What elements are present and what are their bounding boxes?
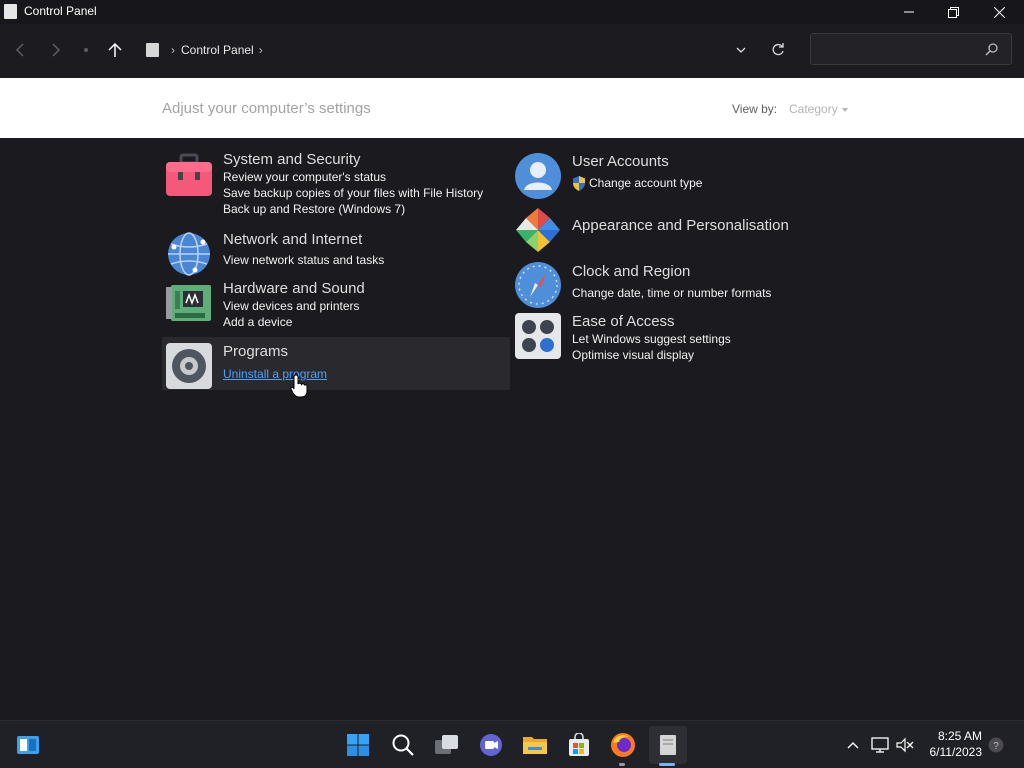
windows-suggest-settings-link[interactable]: Let Windows suggest settings xyxy=(572,331,731,347)
review-status-link[interactable]: Review your computer's status xyxy=(223,169,483,185)
recent-locations-button[interactable] xyxy=(74,38,98,62)
start-icon[interactable] xyxy=(344,731,372,759)
minimize-button[interactable] xyxy=(886,0,932,24)
chevron-down-icon xyxy=(841,107,848,112)
clock-date: 6/11/2023 xyxy=(929,745,983,759)
uninstall-program-link[interactable]: Uninstall a program xyxy=(223,366,327,382)
category-title[interactable]: User Accounts xyxy=(572,152,702,171)
firefox-icon[interactable] xyxy=(609,731,637,759)
widgets-icon[interactable] xyxy=(14,731,42,759)
up-button[interactable] xyxy=(103,38,127,62)
task-view-icon[interactable] xyxy=(433,731,461,759)
chevron-right-icon[interactable]: › xyxy=(171,43,175,57)
search-icon[interactable] xyxy=(389,731,417,759)
search-input[interactable] xyxy=(810,33,1012,65)
active-indicator xyxy=(659,763,675,766)
backup-restore-link[interactable]: Back up and Restore (Windows 7) xyxy=(223,201,483,217)
control-panel-icon xyxy=(4,4,17,19)
uac-shield-icon xyxy=(573,175,585,191)
compass-clock-icon xyxy=(515,262,561,308)
back-button[interactable] xyxy=(8,38,32,62)
clock-time: 8:25 AM xyxy=(937,729,982,743)
hand-cursor-icon xyxy=(290,374,308,398)
control-panel-icon xyxy=(146,43,159,57)
chevron-up-icon[interactable] xyxy=(843,735,863,755)
optimise-visual-display-link[interactable]: Optimise visual display xyxy=(572,347,731,363)
svg-text:?: ? xyxy=(993,741,999,752)
breadcrumb: › Control Panel › xyxy=(146,40,269,60)
view-by-label: View by: xyxy=(732,102,778,116)
user-icon xyxy=(515,153,561,199)
add-device-link[interactable]: Add a device xyxy=(223,314,365,330)
devices-printers-link[interactable]: View devices and printers xyxy=(223,298,365,314)
globe-icon xyxy=(168,232,210,276)
category-title[interactable]: Appearance and Personalisation xyxy=(572,216,789,235)
close-button[interactable] xyxy=(976,0,1022,24)
disc-drive-icon xyxy=(166,343,212,389)
category-title[interactable]: System and Security xyxy=(223,150,483,169)
title-bar: Control Panel xyxy=(0,0,1024,24)
circuit-board-icon xyxy=(166,285,211,321)
taskbar: 8:25 AM 6/11/2023 ? xyxy=(0,720,1024,768)
category-title[interactable]: Clock and Region xyxy=(572,262,771,281)
page-title: Adjust your computer’s settings xyxy=(162,100,371,117)
chevron-right-icon[interactable]: › xyxy=(259,43,263,57)
date-time-formats-link[interactable]: Change date, time or number formats xyxy=(572,285,771,301)
control-panel-icon[interactable] xyxy=(649,726,687,764)
network-icon[interactable] xyxy=(870,735,890,755)
address-dropdown-button[interactable] xyxy=(729,38,753,62)
file-explorer-icon[interactable] xyxy=(521,731,549,759)
change-account-type-link[interactable]: Change account type xyxy=(589,175,702,191)
system-clock[interactable]: 8:25 AM 6/11/2023 xyxy=(922,728,983,760)
search-icon xyxy=(985,43,998,56)
pinwheel-icon xyxy=(516,208,560,252)
dots-grid-icon xyxy=(515,313,561,359)
toolbox-icon xyxy=(166,153,212,196)
category-title[interactable]: Programs xyxy=(223,342,327,361)
store-icon[interactable] xyxy=(565,731,593,759)
view-by-value: Category xyxy=(789,102,838,116)
window-title: Control Panel xyxy=(24,4,97,18)
category-title[interactable]: Network and Internet xyxy=(223,230,384,249)
volume-muted-icon[interactable] xyxy=(895,735,915,755)
breadcrumb-control-panel[interactable]: Control Panel xyxy=(181,43,254,57)
hover-highlight xyxy=(162,337,510,390)
running-indicator xyxy=(619,763,625,766)
category-title[interactable]: Hardware and Sound xyxy=(223,279,365,298)
chat-icon[interactable] xyxy=(477,731,505,759)
network-status-link[interactable]: View network status and tasks xyxy=(223,252,384,268)
page-header: Adjust your computer’s settings View by:… xyxy=(0,78,1024,138)
restore-button[interactable] xyxy=(930,0,976,24)
address-bar: › Control Panel › xyxy=(0,24,1024,78)
file-history-link[interactable]: Save backup copies of your files with Fi… xyxy=(223,185,483,201)
notification-icon[interactable]: ? xyxy=(986,735,1006,755)
category-title[interactable]: Ease of Access xyxy=(572,312,731,331)
refresh-button[interactable] xyxy=(766,38,790,62)
view-by-dropdown[interactable]: Category xyxy=(789,102,848,116)
forward-button[interactable] xyxy=(44,38,68,62)
